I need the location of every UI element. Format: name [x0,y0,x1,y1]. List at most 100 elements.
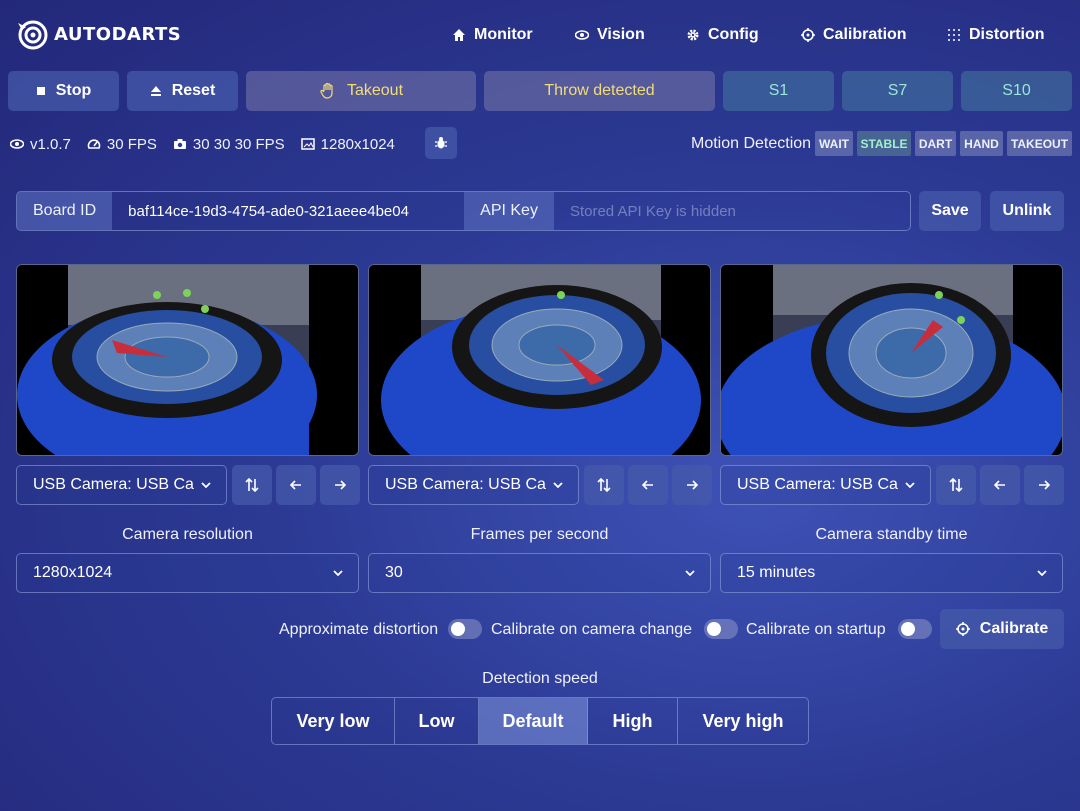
camera-1-select[interactable]: USB Camera: USB Ca [16,465,227,505]
api-key-input[interactable]: Stored API Key is hidden [554,192,910,230]
nav-vision-label: Vision [597,26,645,43]
camera-resolution-value: 1280x1024 [33,564,113,581]
score-s10-label: S10 [1002,82,1031,99]
camera-3-next-button[interactable] [1024,465,1064,505]
chevron-down-icon [201,482,211,489]
eye-icon [10,139,24,149]
standby-time-label: Camera standby time [815,526,968,543]
unlink-label: Unlink [1002,202,1052,219]
gear-icon [687,29,699,41]
takeout-button[interactable]: Takeout [246,71,476,111]
grid-dots-icon [948,29,960,41]
nav-config-label: Config [708,26,759,43]
calibrate-on-startup-label: Calibrate on startup [746,621,886,638]
calibrate-on-change-toggle[interactable] [704,619,738,639]
stop-icon [36,87,45,95]
board-id-addon: Board ID [17,192,113,230]
fps-value: 30 [385,564,403,581]
takeout-label: Takeout [346,82,404,99]
camera-feed-1-image [17,265,358,455]
app-logo[interactable]: AUTODARTS [16,18,181,50]
arrow-left-icon [289,480,301,490]
speed-low-button[interactable]: Low [395,698,479,744]
camera-feed-1 [16,264,359,456]
throw-detected-label: Throw detected [544,82,655,99]
camera-2-prev-button[interactable] [628,465,668,505]
fps-label: Frames per second [470,526,609,543]
nav-distortion[interactable]: Distortion [947,26,1045,44]
speed-high-button[interactable]: High [588,698,678,744]
crosshair-icon [801,28,815,42]
score-s1-button[interactable]: S1 [723,71,834,111]
calibrate-button[interactable]: Calibrate [940,609,1064,649]
calibrate-on-startup-toggle[interactable] [898,619,932,639]
camera-1-select-value: USB Camera: USB Ca [33,476,194,493]
camera-2-next-button[interactable] [672,465,712,505]
camera-2-swap-button[interactable] [584,465,624,505]
camera-fps-status: 30 30 30 FPS [173,136,285,153]
gauge-icon [87,139,101,149]
speed-very-high-button[interactable]: Very high [678,698,808,744]
board-id-field[interactable]: baf114ce-19d3-4754-ade0-321aeee4be04 [112,192,464,230]
camera-3-select-value: USB Camera: USB Ca [737,476,898,493]
target-logo-icon [18,20,48,50]
camera-resolution-label: Camera resolution [122,526,253,543]
score-s7-label: S7 [887,82,908,99]
camera-1-prev-button[interactable] [276,465,316,505]
nav-config[interactable]: Config [686,26,759,44]
chevron-down-icon [553,482,563,489]
approx-distortion-toggle[interactable] [448,619,482,639]
standby-time-select[interactable]: 15 minutes [720,553,1063,593]
resolution-status: 1280x1024 [300,136,395,153]
nav-vision[interactable]: Vision [575,26,645,44]
camera-3-swap-button[interactable] [936,465,976,505]
motion-state-takeout: TAKEOUT [1007,131,1072,156]
motion-state-dart: DART [915,131,956,156]
speed-default-button[interactable]: Default [479,698,588,744]
app-name: AUTODARTS [54,23,182,45]
motion-state-stable: STABLE [857,131,911,156]
camera-2-select-value: USB Camera: USB Ca [385,476,546,493]
camera-3-prev-button[interactable] [980,465,1020,505]
board-id-label: Board ID [33,202,97,219]
camera-2-select[interactable]: USB Camera: USB Ca [368,465,579,505]
camera-feed-2-image [369,265,710,455]
debug-button[interactable] [425,127,457,159]
fps-text: 30 FPS [106,135,157,153]
image-icon [300,138,315,150]
camera-1-swap-button[interactable] [232,465,272,505]
calibrate-label: Calibrate [979,620,1049,637]
score-s1-label: S1 [768,82,789,99]
stop-button[interactable]: Stop [8,71,119,111]
arrow-right-icon [1039,480,1051,490]
version-text: v1.0.7 [30,135,71,153]
reset-label: Reset [171,82,216,99]
fps-select[interactable]: 30 [368,553,711,593]
camera-1-next-button[interactable] [320,465,360,505]
bug-icon [435,137,447,149]
home-icon [453,29,465,41]
nav-calibration[interactable]: Calibration [801,26,907,44]
camera-3-select[interactable]: USB Camera: USB Ca [720,465,931,505]
chevron-down-icon [333,570,343,577]
score-s10-button[interactable]: S10 [961,71,1072,111]
camera-feed-2 [368,264,711,456]
reset-button[interactable]: Reset [127,71,238,111]
unlink-button[interactable]: Unlink [990,191,1064,231]
camera-feed-3-image [721,265,1062,455]
calibrate-on-change-label: Calibrate on camera change [491,621,693,638]
throw-detected-button[interactable]: Throw detected [484,71,715,111]
save-button[interactable]: Save [919,191,981,231]
nav-monitor[interactable]: Monitor [452,26,533,44]
detection-speed-label: Detection speed [482,670,598,687]
speed-very-low-button[interactable]: Very low [272,698,395,744]
chevron-down-icon [905,482,915,489]
detection-speed-group: Very low Low Default High Very high [271,697,809,745]
arrow-right-icon [335,480,347,490]
score-s7-button[interactable]: S7 [842,71,953,111]
board-credentials-group: Board ID baf114ce-19d3-4754-ade0-321aeee… [16,191,911,231]
nav-distortion-label: Distortion [969,26,1045,43]
arrow-right-icon [687,480,699,490]
hand-icon [320,82,333,99]
camera-resolution-select[interactable]: 1280x1024 [16,553,359,593]
